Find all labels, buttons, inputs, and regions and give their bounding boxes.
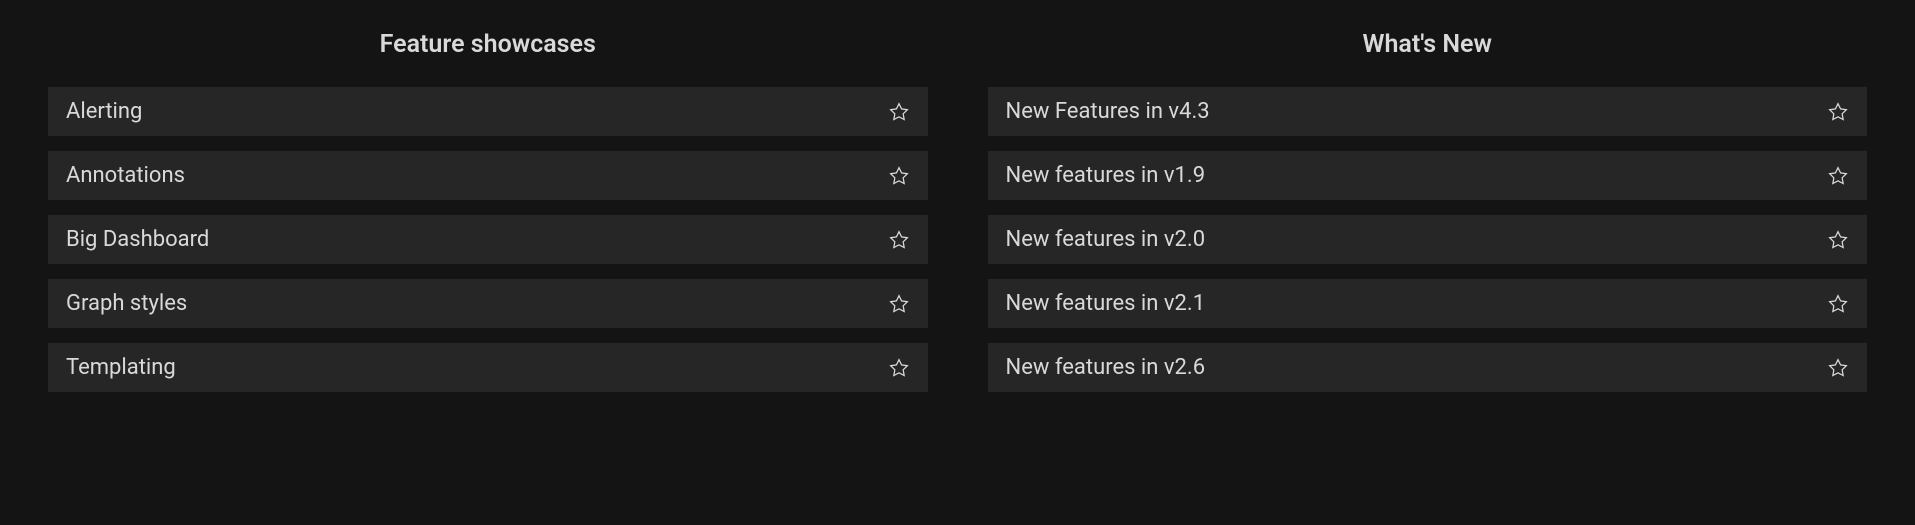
item-label: Alerting xyxy=(66,99,142,124)
item-label: New features in v2.1 xyxy=(1006,291,1206,316)
list-item[interactable]: New features in v1.9 xyxy=(988,151,1868,200)
list-item[interactable]: Templating xyxy=(48,343,928,392)
star-icon[interactable] xyxy=(888,101,910,123)
star-icon[interactable] xyxy=(1827,165,1849,187)
star-icon[interactable] xyxy=(888,293,910,315)
item-label: Annotations xyxy=(66,163,185,188)
star-icon[interactable] xyxy=(888,229,910,251)
panel-feature-showcases: Feature showcases Alerting Annotations B… xyxy=(48,30,928,392)
panel-title: What's New xyxy=(988,30,1868,59)
item-label: New features in v2.6 xyxy=(1006,355,1206,380)
list-item[interactable]: New Features in v4.3 xyxy=(988,87,1868,136)
star-icon[interactable] xyxy=(1827,229,1849,251)
list-item[interactable]: Alerting xyxy=(48,87,928,136)
dashboard-list: New Features in v4.3 New features in v1.… xyxy=(988,87,1868,392)
star-icon[interactable] xyxy=(1827,101,1849,123)
item-label: Templating xyxy=(66,355,176,380)
panel-whats-new: What's New New Features in v4.3 New feat… xyxy=(988,30,1868,392)
list-item[interactable]: New features in v2.6 xyxy=(988,343,1868,392)
list-item[interactable]: Annotations xyxy=(48,151,928,200)
star-icon[interactable] xyxy=(888,165,910,187)
panel-title: Feature showcases xyxy=(48,30,928,59)
panels-container: Feature showcases Alerting Annotations B… xyxy=(48,30,1867,392)
list-item[interactable]: New features in v2.0 xyxy=(988,215,1868,264)
item-label: New features in v2.0 xyxy=(1006,227,1206,252)
dashboard-list: Alerting Annotations Big Dashboard Graph… xyxy=(48,87,928,392)
list-item[interactable]: Graph styles xyxy=(48,279,928,328)
item-label: New features in v1.9 xyxy=(1006,163,1206,188)
item-label: Graph styles xyxy=(66,291,187,316)
list-item[interactable]: Big Dashboard xyxy=(48,215,928,264)
star-icon[interactable] xyxy=(1827,357,1849,379)
item-label: Big Dashboard xyxy=(66,227,209,252)
star-icon[interactable] xyxy=(1827,293,1849,315)
list-item[interactable]: New features in v2.1 xyxy=(988,279,1868,328)
item-label: New Features in v4.3 xyxy=(1006,99,1210,124)
star-icon[interactable] xyxy=(888,357,910,379)
